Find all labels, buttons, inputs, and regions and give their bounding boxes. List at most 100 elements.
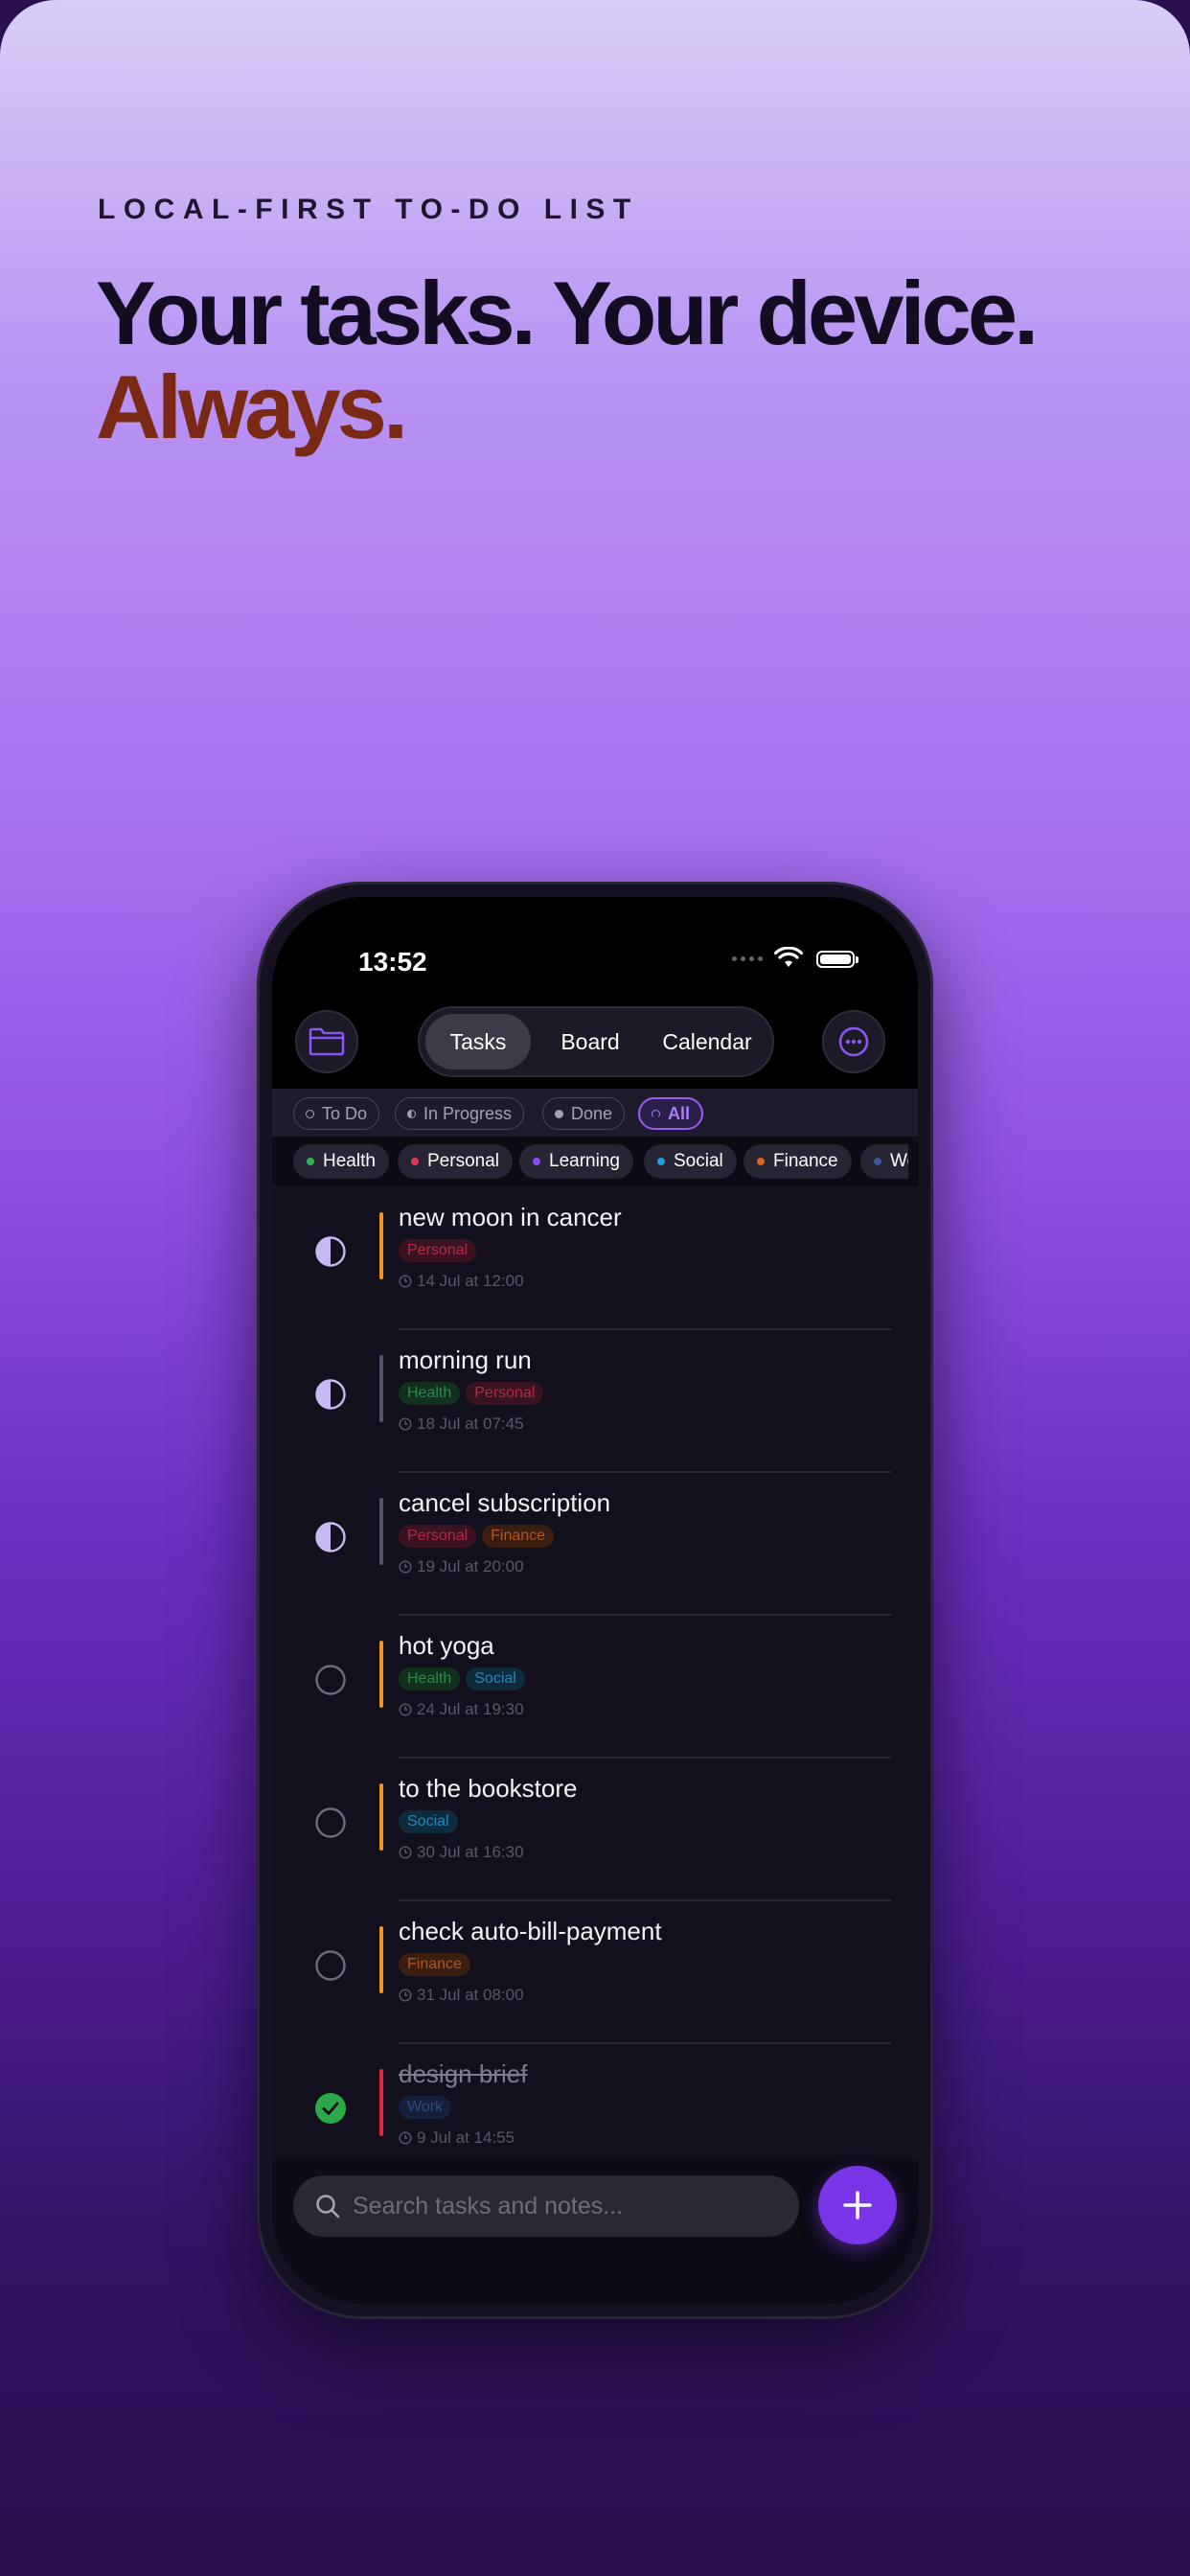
- top-nav: Tasks Board Calendar: [272, 993, 918, 1089]
- done-dot-icon: [555, 1109, 563, 1118]
- search-input[interactable]: Search tasks and notes...: [293, 2175, 799, 2237]
- task-tags: Personal: [399, 1239, 477, 1262]
- tag-dot: [533, 1158, 540, 1165]
- tag-dot: [874, 1158, 881, 1165]
- task-due: 18 Jul at 07:45: [399, 1414, 524, 1434]
- tag-label: Finance: [773, 1151, 838, 1171]
- due-text: 18 Jul at 07:45: [417, 1414, 524, 1433]
- status-time: 13:52: [358, 947, 427, 977]
- task-row[interactable]: cancel subscription Personal Finance 19 …: [272, 1473, 918, 1616]
- tag-label: Health: [323, 1151, 376, 1171]
- priority-bar: [379, 1926, 383, 1993]
- task-tag: Personal: [399, 1239, 477, 1262]
- tag-dot: [307, 1158, 314, 1165]
- plus-icon: [843, 2191, 872, 2220]
- filter-label: To Do: [322, 1103, 368, 1123]
- task-tags: Finance: [399, 1953, 470, 1976]
- category-tag-bar: Health Personal Learning Social Finance: [272, 1137, 918, 1186]
- status-filter-bar: To Do In Progress Done All: [272, 1089, 918, 1137]
- task-tag: Social: [399, 1810, 458, 1833]
- tag-chip-personal[interactable]: Personal: [398, 1144, 513, 1179]
- task-row[interactable]: hot yoga Health Social 24 Jul at 19:30: [272, 1616, 918, 1759]
- half-circle-icon[interactable]: [314, 1521, 347, 1553]
- tag-chip-learning[interactable]: Learning: [519, 1144, 633, 1179]
- task-tags: Social: [399, 1810, 458, 1833]
- add-task-button[interactable]: [818, 2166, 897, 2244]
- task-tag: Work: [399, 2096, 452, 2119]
- clock-icon: [399, 1275, 412, 1288]
- phone-frame: 13:52 Tasks Board Calendar To Do In Prog…: [257, 882, 933, 2319]
- filter-todo[interactable]: To Do: [293, 1097, 380, 1130]
- empty-circle-icon[interactable]: [314, 1806, 347, 1839]
- tab-board[interactable]: Board: [544, 1014, 636, 1070]
- task-row[interactable]: check auto-bill-payment Finance 31 Jul a…: [272, 1901, 918, 2044]
- tag-label: Personal: [427, 1151, 499, 1171]
- signal-icon: [732, 956, 763, 961]
- tab-tasks[interactable]: Tasks: [425, 1014, 531, 1070]
- clock-icon: [399, 1989, 412, 2002]
- checkmark-icon[interactable]: [314, 2092, 347, 2125]
- due-text: 19 Jul at 20:00: [417, 1557, 524, 1576]
- filter-label: All: [668, 1103, 691, 1123]
- empty-circle-icon[interactable]: [314, 1949, 347, 1982]
- tag-chip-health[interactable]: Health: [293, 1144, 389, 1179]
- promo-canvas: LOCAL-FIRST TO-DO LIST Your tasks. Your …: [0, 0, 1190, 2576]
- task-due: 30 Jul at 16:30: [399, 1843, 524, 1862]
- half-circle-icon[interactable]: [314, 1378, 347, 1411]
- task-row[interactable]: to the bookstore Social 30 Jul at 16:30: [272, 1759, 918, 1901]
- task-tag: Personal: [466, 1382, 544, 1405]
- tab-calendar[interactable]: Calendar: [648, 1014, 767, 1070]
- tag-label: Learning: [549, 1151, 620, 1171]
- filter-label: Done: [571, 1103, 613, 1123]
- tag-chip-finance[interactable]: Finance: [744, 1144, 852, 1179]
- filter-label: In Progress: [423, 1103, 513, 1123]
- task-due: 14 Jul at 12:00: [399, 1272, 524, 1291]
- task-tag: Health: [399, 1668, 461, 1690]
- task-tag: Personal: [399, 1525, 477, 1548]
- task-title: new moon in cancer: [399, 1203, 622, 1231]
- folder-button[interactable]: [295, 1010, 358, 1073]
- task-title: hot yoga: [399, 1631, 494, 1660]
- view-switcher: Tasks Board Calendar: [418, 1006, 774, 1077]
- tag-dot: [411, 1158, 419, 1165]
- clock-icon: [399, 1846, 412, 1859]
- task-row[interactable]: morning run Health Personal 18 Jul at 07…: [272, 1330, 918, 1473]
- more-button[interactable]: [822, 1010, 885, 1073]
- due-text: 30 Jul at 16:30: [417, 1843, 524, 1861]
- filter-done[interactable]: Done: [542, 1097, 626, 1130]
- task-tags: Personal Finance: [399, 1525, 555, 1548]
- task-due: 24 Jul at 19:30: [399, 1700, 524, 1719]
- priority-bar: [379, 1641, 383, 1708]
- tag-label: Social: [674, 1151, 723, 1171]
- search-placeholder: Search tasks and notes...: [353, 2192, 624, 2220]
- in-progress-dot-icon: [407, 1109, 416, 1118]
- task-title: cancel subscription: [399, 1488, 611, 1517]
- empty-circle-icon[interactable]: [314, 1664, 347, 1696]
- half-circle-icon[interactable]: [314, 1235, 347, 1268]
- clock-icon: [399, 1417, 412, 1431]
- filter-all[interactable]: All: [638, 1097, 704, 1130]
- wifi-icon: [774, 947, 803, 967]
- phone-screen: 13:52 Tasks Board Calendar To Do In Prog…: [272, 897, 918, 2304]
- task-due: 31 Jul at 08:00: [399, 1986, 524, 2005]
- task-row[interactable]: new moon in cancer Personal 14 Jul at 12…: [272, 1187, 918, 1330]
- filter-in-progress[interactable]: In Progress: [395, 1097, 525, 1130]
- search-icon: [316, 2195, 340, 2219]
- tag-dot: [657, 1158, 665, 1165]
- priority-bar: [379, 1212, 383, 1279]
- headline-text: Your tasks. Your device.: [96, 263, 1039, 363]
- task-tags: Work: [399, 2096, 452, 2119]
- task-tag: Finance: [482, 1525, 555, 1548]
- task-tag: Health: [399, 1382, 461, 1405]
- due-text: 31 Jul at 08:00: [417, 1986, 524, 2004]
- clock-icon: [399, 1703, 412, 1716]
- priority-bar: [379, 2069, 383, 2136]
- headline-accent: Always.: [96, 356, 408, 457]
- status-bar: 13:52: [272, 897, 918, 993]
- more-icon: [838, 1026, 869, 1057]
- tag-chip-social[interactable]: Social: [644, 1144, 737, 1179]
- tag-bar-edge: [908, 1137, 918, 1186]
- task-tag: Finance: [399, 1953, 470, 1976]
- eyebrow-label: LOCAL-FIRST TO-DO LIST: [98, 194, 639, 225]
- clock-icon: [399, 1560, 412, 1574]
